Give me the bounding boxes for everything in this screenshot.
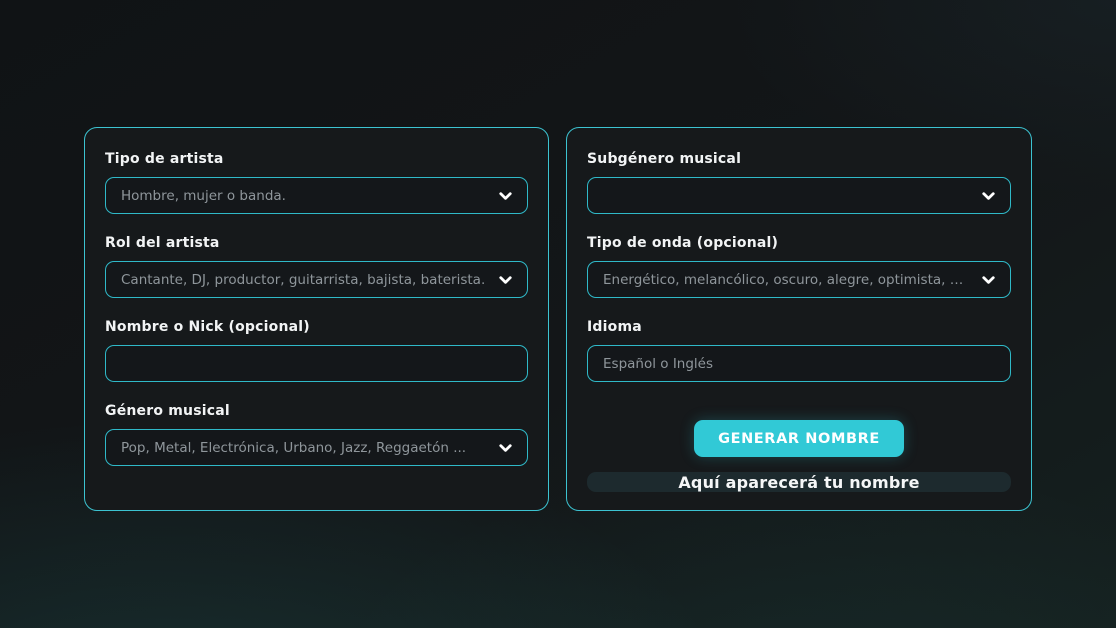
genero-musical-label: Género musical bbox=[105, 403, 528, 420]
nombre-nick-field bbox=[105, 345, 528, 382]
field-nombre-nick: Nombre o Nick (opcional) bbox=[105, 319, 528, 382]
generate-button-row: GENERAR NOMBRE bbox=[587, 420, 1011, 457]
tipo-de-artista-select[interactable]: Hombre, mujer o banda. bbox=[105, 177, 528, 214]
select-placeholder: Cantante, DJ, productor, guitarrista, ba… bbox=[121, 272, 487, 288]
tipo-de-onda-label: Tipo de onda (opcional) bbox=[587, 235, 1011, 252]
field-subgenero-musical: Subgénero musical bbox=[587, 151, 1011, 214]
chevron-down-icon bbox=[497, 187, 514, 204]
subgenero-musical-select[interactable] bbox=[587, 177, 1011, 214]
nombre-nick-input[interactable] bbox=[121, 346, 512, 381]
field-idioma: Idioma bbox=[587, 319, 1011, 382]
chevron-down-icon bbox=[980, 271, 997, 288]
generar-nombre-button[interactable]: GENERAR NOMBRE bbox=[694, 420, 904, 457]
idioma-field bbox=[587, 345, 1011, 382]
tipo-de-artista-label: Tipo de artista bbox=[105, 151, 528, 168]
field-tipo-de-onda: Tipo de onda (opcional) Energético, mela… bbox=[587, 235, 1011, 298]
select-placeholder: Energético, melancólico, oscuro, alegre,… bbox=[603, 272, 970, 288]
artist-form-panel: Tipo de artista Hombre, mujer o banda. R… bbox=[84, 127, 549, 511]
nombre-nick-label: Nombre o Nick (opcional) bbox=[105, 319, 528, 336]
field-genero-musical: Género musical Pop, Metal, Electrónica, … bbox=[105, 403, 528, 466]
tipo-de-onda-select[interactable]: Energético, melancólico, oscuro, alegre,… bbox=[587, 261, 1011, 298]
field-rol-del-artista: Rol del artista Cantante, DJ, productor,… bbox=[105, 235, 528, 298]
chevron-down-icon bbox=[497, 439, 514, 456]
select-placeholder: Hombre, mujer o banda. bbox=[121, 188, 487, 204]
genero-musical-select[interactable]: Pop, Metal, Electrónica, Urbano, Jazz, R… bbox=[105, 429, 528, 466]
idioma-input[interactable] bbox=[603, 346, 995, 381]
select-placeholder: Pop, Metal, Electrónica, Urbano, Jazz, R… bbox=[121, 440, 487, 456]
chevron-down-icon bbox=[980, 187, 997, 204]
rol-del-artista-select[interactable]: Cantante, DJ, productor, guitarrista, ba… bbox=[105, 261, 528, 298]
rol-del-artista-label: Rol del artista bbox=[105, 235, 528, 252]
page-background: Tipo de artista Hombre, mujer o banda. R… bbox=[0, 0, 1116, 628]
generator-panel: Subgénero musical Tipo de onda (opcional… bbox=[566, 127, 1032, 511]
subgenero-musical-label: Subgénero musical bbox=[587, 151, 1011, 168]
result-name-box: Aquí aparecerá tu nombre bbox=[587, 472, 1011, 492]
chevron-down-icon bbox=[497, 271, 514, 288]
idioma-label: Idioma bbox=[587, 319, 1011, 336]
field-tipo-de-artista: Tipo de artista Hombre, mujer o banda. bbox=[105, 151, 528, 214]
